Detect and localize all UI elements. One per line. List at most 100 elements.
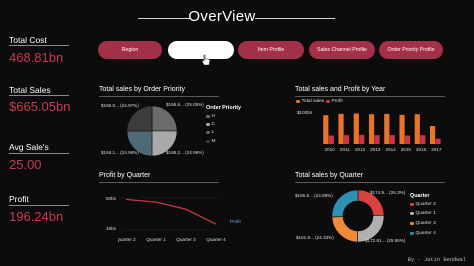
x-tick-label: 2016 [416, 147, 427, 152]
bar-profit-2016[interactable] [420, 135, 426, 144]
legend-label: C [211, 122, 215, 127]
nav-button-region[interactable]: Region [98, 41, 162, 59]
series-label: Profit [230, 219, 241, 224]
legend-label: Quarter 2 [415, 202, 436, 207]
x-tick-label: 2017 [431, 147, 442, 152]
legend-item-profit: Profit [326, 99, 343, 104]
quarter-sales-donut-chart [331, 189, 385, 243]
bar-total-sales-2016[interactable] [414, 114, 420, 144]
x-tick-label: Quarter 1 [146, 237, 166, 242]
header-rule-right [255, 18, 335, 19]
bar-total-sales-2010[interactable] [323, 115, 329, 144]
nav-button-sales-channel-profile[interactable]: Sales Channel Profile [309, 41, 375, 59]
quarter-profit-line-chart: Quarter 2 Quarter 1 Quarter 3 Quarter 4 [118, 197, 226, 242]
kpi-label-profit: Profit [9, 194, 29, 204]
bar-profit-2011[interactable] [343, 135, 350, 144]
slice-m[interactable] [126, 105, 153, 132]
slice-h[interactable] [151, 105, 178, 132]
legend-label: M [211, 139, 216, 144]
legend-item-quarter-1: Quarter 1 [410, 211, 436, 216]
kpi-label-total-sales: Total Sales [9, 85, 51, 95]
legend-dot [296, 99, 300, 104]
legend-dot [206, 139, 210, 144]
donut-data-label: $165.5... (24.89%) [295, 193, 333, 198]
x-tick-label: 2010 [325, 147, 336, 152]
year-chart-title: Total sales and Profit by Year [295, 86, 386, 93]
kpi-divider [9, 45, 69, 46]
y-axis-tick: $100bn [297, 110, 313, 115]
legend-item-h: H [206, 114, 215, 119]
bar-total-sales-2012[interactable] [353, 113, 359, 144]
kpi-divider [9, 95, 69, 96]
pie-data-label: $166.0... (24.97%) [101, 103, 139, 108]
x-tick-label: 2014 [386, 147, 397, 152]
pie-data-label: $166.6... (25.05%) [166, 102, 204, 107]
bar-total-sales-2017[interactable] [429, 126, 436, 144]
legend-item-l: L [206, 130, 214, 135]
bar-profit-2013[interactable] [374, 135, 380, 144]
donut-data-label: $172.61... (25.95%) [365, 238, 406, 243]
legend-dot [410, 221, 414, 226]
panel-divider [295, 96, 445, 97]
legend-label: H [211, 114, 215, 119]
hand-pointer-icon [201, 54, 211, 66]
nav-button-order-priority-profile[interactable]: Order Priority Profile [379, 41, 443, 59]
legend-label: Total sales [301, 99, 325, 104]
legend-dot [206, 114, 210, 119]
legend-label: Quarter 1 [415, 211, 436, 216]
bar-total-sales-2015[interactable] [399, 114, 405, 144]
priority-chart-title: Total sales by Order Priority [99, 86, 185, 93]
legend-item-quarter-4: Quarter 4 [410, 231, 436, 236]
x-tick-label: Quarter 3 [176, 237, 196, 242]
x-tick-label: 2012 [355, 147, 366, 152]
panel-divider [99, 96, 219, 97]
legend-item-quarter-2: Quarter 2 [410, 202, 436, 207]
slice-quarter-4[interactable] [331, 189, 359, 218]
nav-button-item-profile[interactable]: Item Profile [238, 41, 304, 59]
kpi-value-profit: 196.24bn [9, 209, 64, 224]
legend-dot [410, 202, 414, 207]
bar-total-sales-2011[interactable] [338, 113, 344, 144]
kpi-value-avg-sales: 25.00 [9, 157, 42, 172]
quarter-legend-title: Quarter [410, 193, 430, 199]
pie-data-label: $166.1... (24.98%) [101, 150, 139, 155]
bar-profit-2012[interactable] [359, 134, 365, 144]
kpi-divider [9, 205, 69, 206]
legend-item-c: C [206, 122, 215, 127]
author-credit: By - Jatin Bendwal [407, 257, 466, 263]
kpi-divider [9, 153, 69, 154]
bar-profit-2015[interactable] [404, 135, 411, 144]
legend-label: L [211, 130, 215, 135]
legend-dot [410, 231, 414, 236]
page-title: OverView [188, 8, 256, 25]
kpi-value-total-sales: $665.05bn [9, 99, 71, 114]
kpi-label-total-cost: Total Cost [9, 35, 47, 45]
kpi-value-total-cost: 468.81bn [9, 50, 64, 65]
quarter-sales-title: Total sales by Quarter [295, 172, 364, 179]
bar-total-sales-2013[interactable] [368, 114, 375, 144]
legend-item-total-sales: Total sales [296, 99, 324, 104]
slice-quarter-3[interactable] [331, 216, 358, 243]
panel-divider [99, 182, 219, 183]
legend-label: Quarter 3 [415, 221, 436, 226]
bar-total-sales-2014[interactable] [384, 113, 390, 144]
quarter-profit-title: Profit by Quarter [99, 172, 151, 179]
y-axis-tick: 45bn [106, 226, 117, 231]
kpi-label-avg-sales: Avg Sale's [9, 142, 49, 152]
pie-data-label: $166.2... (24.99%) [166, 150, 204, 155]
donut-data-label: $174.9... (26.3%) [370, 190, 406, 195]
legend-dot [206, 130, 210, 135]
x-tick-label: 2013 [370, 147, 381, 152]
x-tick-label: Quarter 2 [118, 237, 136, 242]
profit-line[interactable] [125, 198, 217, 225]
donut-data-label: $161.8... (24.33%) [296, 235, 334, 240]
bar-profit-2010[interactable] [328, 135, 334, 144]
bar-profit-2017[interactable] [435, 138, 441, 144]
legend-dot [206, 122, 210, 127]
legend-label: Quarter 4 [415, 231, 436, 236]
x-tick-label: 2011 [340, 147, 350, 152]
panel-divider [295, 182, 445, 183]
legend-dot [326, 99, 330, 104]
year-bar-chart: 2010 2011 2012 2013 2014 2015 2016 2017 [323, 113, 442, 152]
bar-profit-2014[interactable] [389, 135, 395, 144]
